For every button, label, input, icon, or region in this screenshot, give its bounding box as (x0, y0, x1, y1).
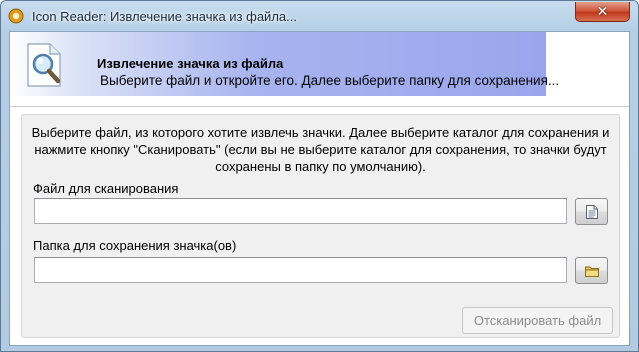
scan-file-button[interactable]: Отсканировать файл (462, 307, 613, 334)
file-path-input[interactable] (34, 198, 567, 224)
browse-file-button[interactable] (575, 198, 608, 225)
folder-icon (585, 266, 599, 277)
document-icon (586, 205, 598, 219)
title-bar[interactable]: Icon Reader: Извлечение значка из файла.… (1, 1, 638, 31)
app-icon (8, 8, 24, 24)
close-button[interactable]: ✕ (575, 2, 630, 22)
dialog-window: Icon Reader: Извлечение значка из файла.… (0, 0, 639, 352)
magnifier-document-icon (27, 43, 61, 87)
header-title: Извлечение значка из файла (97, 56, 284, 71)
window-title: Icon Reader: Извлечение значка из файла.… (32, 9, 297, 24)
file-field-label: Файл для сканирования (33, 181, 179, 196)
options-panel: Выберите файл, из которого хотите извлеч… (21, 114, 620, 338)
header-banner: Извлечение значка из файла Выберите файл… (10, 32, 559, 96)
header-divider (10, 106, 629, 107)
folder-path-input[interactable] (34, 257, 567, 283)
browse-folder-button[interactable] (575, 257, 608, 284)
folder-field-label: Папка для сохранения значка(ов) (33, 238, 237, 253)
header-subtitle: Выберите файл и откройте его. Далее выбе… (100, 73, 560, 88)
instructions-text: Выберите файл, из которого хотите извлеч… (31, 125, 610, 174)
dialog-client-area: Извлечение значка из файла Выберите файл… (9, 31, 630, 346)
close-icon: ✕ (596, 3, 609, 19)
